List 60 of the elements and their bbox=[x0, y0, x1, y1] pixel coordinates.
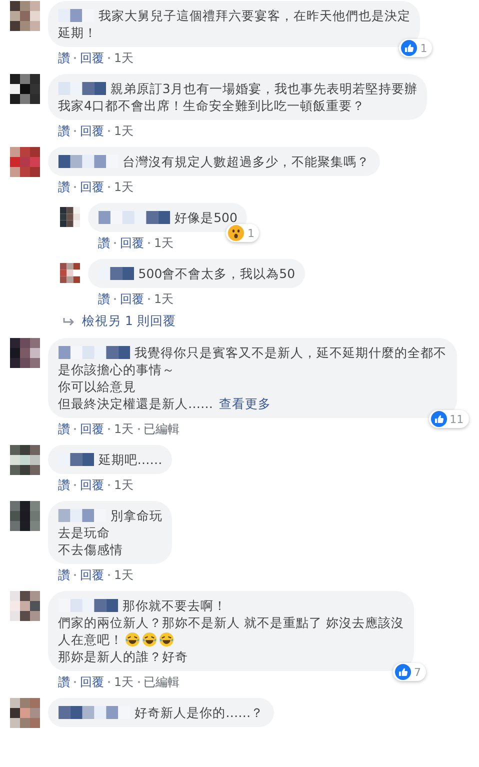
comment-text: 延期！ bbox=[58, 24, 97, 41]
comment-text: 去是玩命 bbox=[58, 524, 110, 541]
comment-text: 我家4口都不會出席！生命安全難到比吃一頓飯重要？ bbox=[58, 97, 365, 114]
comment-text: 你可以給意見 bbox=[58, 378, 136, 395]
like-link[interactable]: 讚 bbox=[58, 50, 70, 66]
comment-text: 台灣沒有規定人數超過多少，不能聚集嗎？ bbox=[122, 153, 370, 170]
see-more-link[interactable]: 查看更多 bbox=[219, 395, 271, 412]
reply-link[interactable]: 回覆 bbox=[80, 567, 104, 583]
comment-text: 們家的兩位新人？那妳不是新人 就不是重點了 妳沒去應該沒 bbox=[58, 614, 404, 631]
comment-text: 我覺得你只是賓客又不是新人，延不延期什麼的全都不 bbox=[134, 344, 447, 361]
comment-text: 500會不會太多，我以為50 bbox=[138, 265, 296, 282]
reply-link[interactable]: 回覆 bbox=[120, 235, 144, 251]
reply-link[interactable]: 回覆 bbox=[80, 477, 104, 493]
comment-text: 延期吧…… bbox=[98, 451, 162, 468]
timestamp-link[interactable]: 1天 bbox=[154, 235, 174, 251]
timestamp-link[interactable]: 1天 bbox=[114, 421, 134, 437]
reply-link[interactable]: 回覆 bbox=[80, 123, 104, 139]
like-link[interactable]: 讚 bbox=[98, 235, 110, 251]
thumbs-up-icon bbox=[430, 411, 447, 427]
comment-text: 我家大舅兒子這個禮拜六要宴客，在昨天他們也是決定 bbox=[98, 7, 410, 24]
timestamp-link[interactable]: 1天 bbox=[114, 179, 134, 195]
laughing-emoji-icon bbox=[125, 632, 140, 647]
like-link[interactable]: 讚 bbox=[58, 674, 70, 690]
pixelated-name-drawing bbox=[58, 82, 106, 95]
laughing-emoji-icon bbox=[142, 632, 157, 647]
comment-text: 人在意吧！ bbox=[58, 631, 123, 648]
timestamp-link[interactable]: 1天 bbox=[154, 291, 174, 307]
reply-link[interactable]: 回覆 bbox=[80, 179, 104, 195]
surprised-emoji-icon bbox=[228, 225, 244, 241]
reply-arrow-icon bbox=[62, 316, 76, 326]
comment-text: 但最終決定權還是新人…… bbox=[58, 395, 213, 412]
comment-text: 好奇新人是你的……？ bbox=[134, 704, 264, 721]
reply-link[interactable]: 回覆 bbox=[80, 674, 104, 690]
like-link[interactable]: 讚 bbox=[98, 291, 110, 307]
timestamp-link[interactable]: 1天 bbox=[114, 477, 134, 493]
view-more-replies-link[interactable]: 檢視另 1 則回覆 bbox=[0, 313, 479, 330]
comment-text: 不去傷感情 bbox=[58, 541, 123, 558]
comment-text: 那妳是新人的誰？好奇 bbox=[58, 648, 188, 665]
like-link[interactable]: 讚 bbox=[58, 123, 70, 139]
timestamp-link[interactable]: 1天 bbox=[114, 50, 134, 66]
reply-link[interactable]: 回覆 bbox=[80, 50, 104, 66]
comment-text: 親弟原訂3月也有一場婚宴，我也事先表明若堅持要辦 bbox=[110, 80, 418, 97]
timestamp-link[interactable]: 1天 bbox=[114, 567, 134, 583]
reply-link[interactable]: 回覆 bbox=[80, 421, 104, 437]
edited-label: 已編輯 bbox=[144, 674, 180, 690]
thumbs-up-icon bbox=[401, 40, 418, 56]
like-link[interactable]: 讚 bbox=[58, 179, 70, 195]
comment-text: 好像是500 bbox=[174, 209, 238, 226]
like-link[interactable]: 讚 bbox=[58, 477, 70, 493]
comment-text: 是你該擔心的事情～ bbox=[58, 361, 175, 378]
timestamp-link[interactable]: 1天 bbox=[114, 123, 134, 139]
thumbs-up-icon bbox=[394, 664, 411, 680]
laughing-emoji-icon bbox=[159, 632, 174, 647]
reply-link[interactable]: 回覆 bbox=[120, 291, 144, 307]
comment-text: 那你就不要去啊！ bbox=[122, 597, 226, 614]
comment-text: 別拿命玩 bbox=[110, 507, 162, 524]
timestamp-link[interactable]: 1天 bbox=[114, 674, 134, 690]
like-link[interactable]: 讚 bbox=[58, 567, 70, 583]
like-link[interactable]: 讚 bbox=[58, 421, 70, 437]
edited-label: 已編輯 bbox=[144, 421, 180, 437]
